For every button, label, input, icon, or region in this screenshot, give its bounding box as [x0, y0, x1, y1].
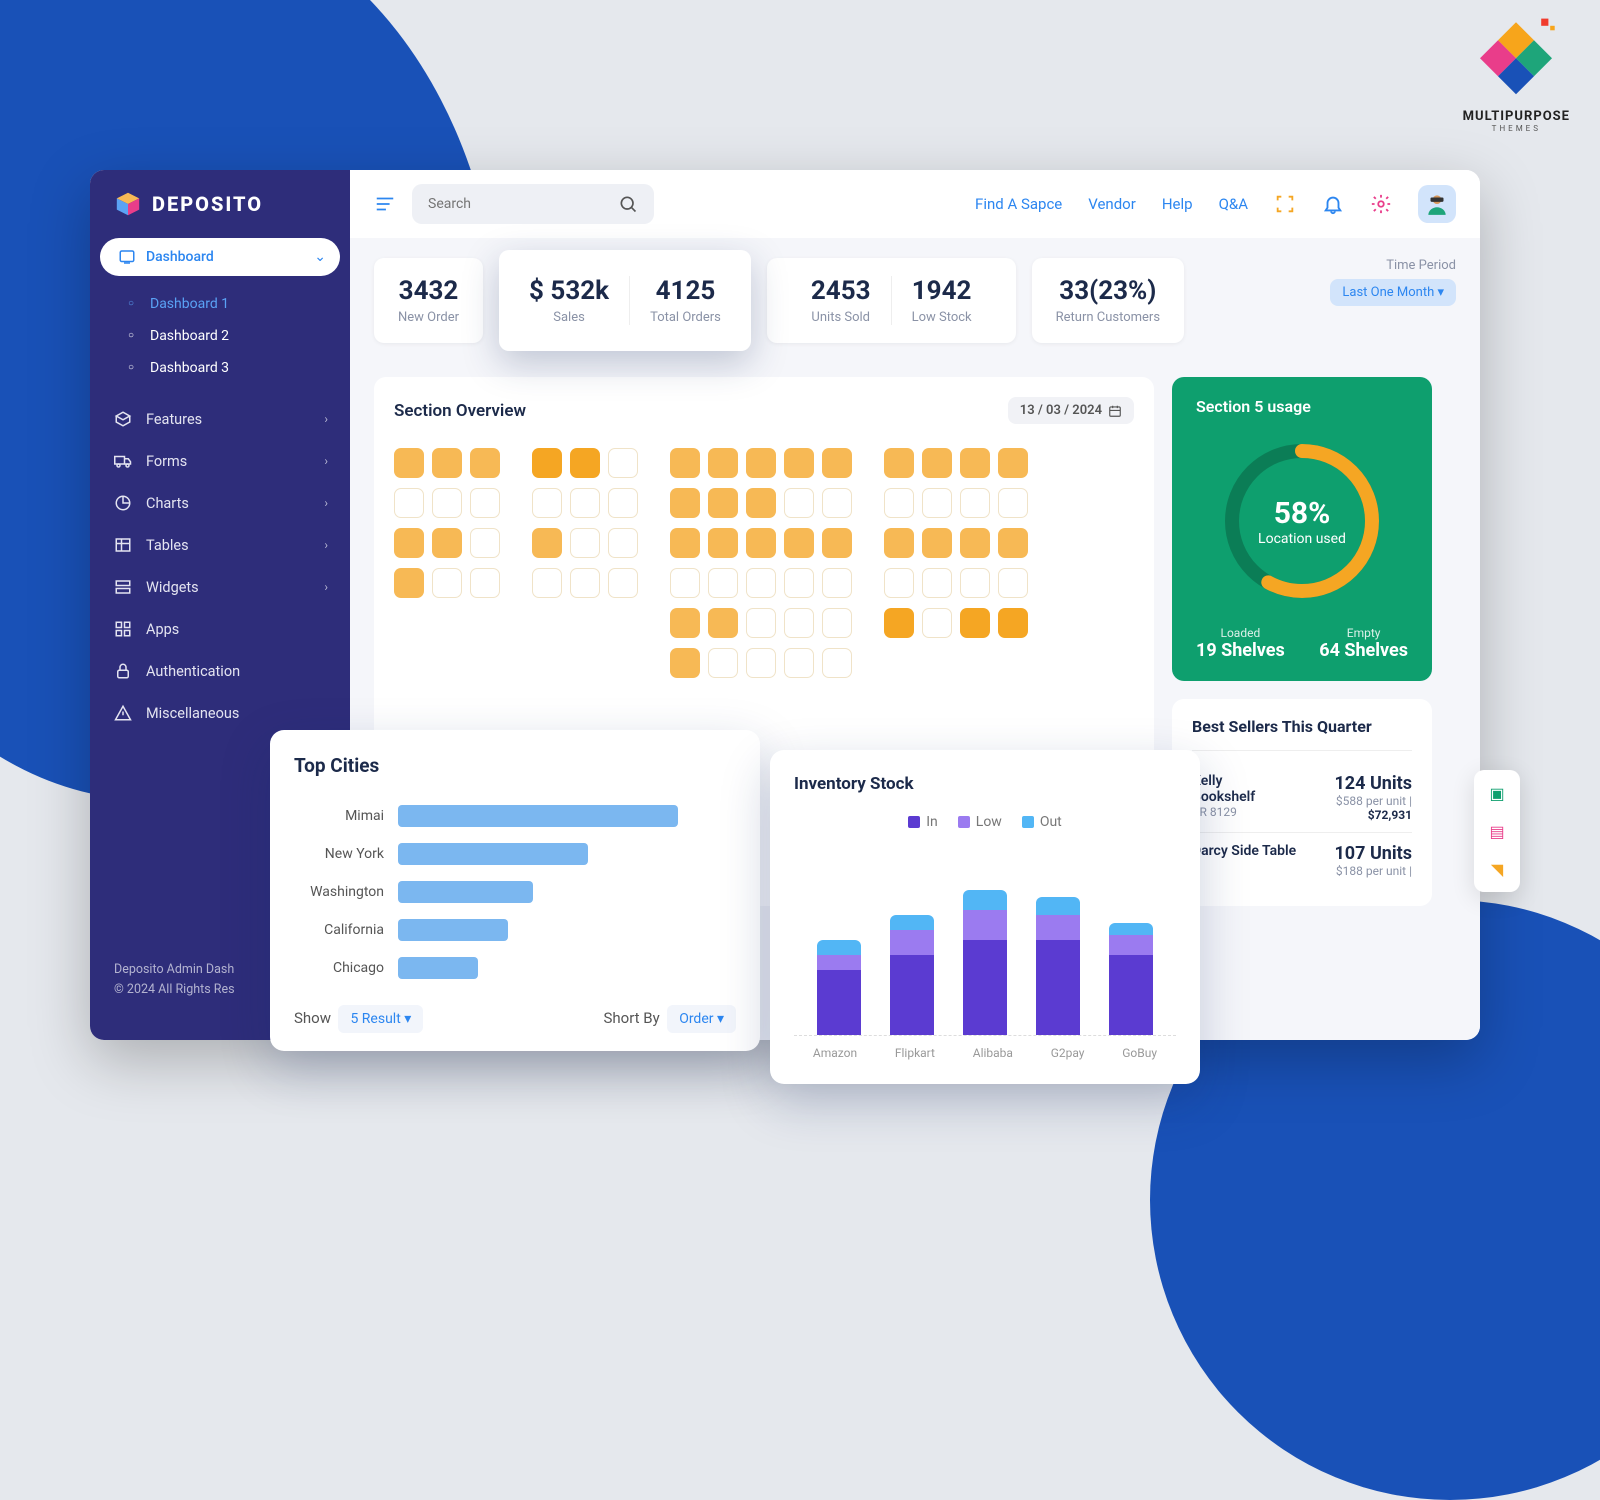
nav-charts[interactable]: Charts›	[90, 482, 350, 524]
link-vendor[interactable]: Vendor	[1088, 195, 1136, 213]
nav-misc[interactable]: Miscellaneous	[90, 692, 350, 734]
app-logo[interactable]: DEPOSITO	[90, 190, 350, 238]
sort-select[interactable]: Order ▾	[667, 1005, 736, 1033]
calendar-icon	[1108, 404, 1122, 418]
time-period-select[interactable]: Last One Month ▾	[1330, 279, 1456, 306]
tool-image-icon[interactable]: ▤	[1482, 816, 1512, 846]
chevron-right-icon: ›	[324, 580, 328, 594]
table-icon	[114, 536, 132, 554]
usage-card: Section 5 usage 58%Location used Loaded1…	[1172, 377, 1432, 681]
lock-icon	[114, 662, 132, 680]
topbar: Find A Sapce Vendor Help Q&A	[350, 170, 1480, 238]
brand-logo: MULTIPURPOSE THEMES	[1463, 15, 1570, 133]
nav-dashboard[interactable]: Dashboard ⌄	[100, 238, 340, 276]
search-box[interactable]	[412, 184, 654, 224]
piechart-icon	[114, 494, 132, 512]
server-icon	[114, 578, 132, 596]
time-period: Time Period Last One Month ▾	[1330, 258, 1456, 306]
gear-icon[interactable]	[1370, 193, 1392, 215]
menu-icon[interactable]	[374, 193, 396, 215]
truck-icon	[114, 452, 132, 470]
nav-tables[interactable]: Tables›	[90, 524, 350, 566]
stat-return: 33(23%) Return Customers	[1032, 258, 1184, 343]
nav-widgets[interactable]: Widgets›	[90, 566, 350, 608]
inventory-card: Inventory Stock In Low Out Amazon Flipka…	[770, 750, 1200, 1084]
bs-row-0: Kelly BookshelfBR 8129 124 Units$588 per…	[1192, 763, 1412, 832]
nav-apps[interactable]: Apps	[90, 608, 350, 650]
link-help[interactable]: Help	[1162, 195, 1193, 213]
chevron-right-icon: ›	[324, 454, 328, 468]
link-qa[interactable]: Q&A	[1219, 195, 1248, 213]
nav-sub-0[interactable]: Dashboard 1	[150, 288, 350, 320]
overview-date[interactable]: 13 / 03 / 2024	[1008, 397, 1134, 424]
stat-units-stock: 2453Units Sold 1942Low Stock	[767, 258, 1016, 343]
tool-camera-icon[interactable]: ▣	[1482, 778, 1512, 808]
nav-sub-2[interactable]: Dashboard 3	[150, 352, 350, 384]
nav-auth[interactable]: Authentication	[90, 650, 350, 692]
search-input[interactable]	[428, 196, 538, 212]
stat-sales-orders: $ 532kSales 4125Total Orders	[499, 250, 751, 351]
tool-share-icon[interactable]: ◥	[1482, 854, 1512, 884]
alert-icon	[114, 704, 132, 722]
link-findspace[interactable]: Find A Sapce	[975, 195, 1062, 213]
avatar[interactable]	[1418, 185, 1456, 223]
chevron-right-icon: ›	[324, 538, 328, 552]
grid-icon	[114, 620, 132, 638]
overview-grid	[394, 448, 1134, 678]
chevron-right-icon: ›	[324, 412, 328, 426]
legend-out: Out	[1022, 814, 1062, 830]
floating-tools: ▣ ▤ ◥	[1474, 770, 1520, 892]
chevron-down-icon: ⌄	[314, 249, 326, 265]
nav-features[interactable]: Features›	[90, 398, 350, 440]
nav-forms[interactable]: Forms›	[90, 440, 350, 482]
nav-sub-1[interactable]: Dashboard 2	[150, 320, 350, 352]
show-select[interactable]: 5 Result ▾	[338, 1005, 423, 1033]
search-icon	[618, 194, 638, 214]
fullscreen-icon[interactable]	[1274, 193, 1296, 215]
chevron-right-icon: ›	[324, 496, 328, 510]
bs-row-1: Darcy Side Table 107 Units$188 per unit …	[1192, 832, 1412, 888]
nav-subs: Dashboard 1 Dashboard 2 Dashboard 3	[90, 284, 350, 398]
top-cities-card: Top Cities Mimai New York Washington Cal…	[270, 730, 760, 1051]
legend-low: Low	[958, 814, 1002, 830]
legend-in: In	[908, 814, 938, 830]
best-sellers: Best Sellers This Quarter Kelly Bookshel…	[1172, 699, 1432, 906]
stat-new-order: 3432 New Order	[374, 258, 483, 343]
box-icon	[114, 410, 132, 428]
bell-icon[interactable]	[1322, 193, 1344, 215]
